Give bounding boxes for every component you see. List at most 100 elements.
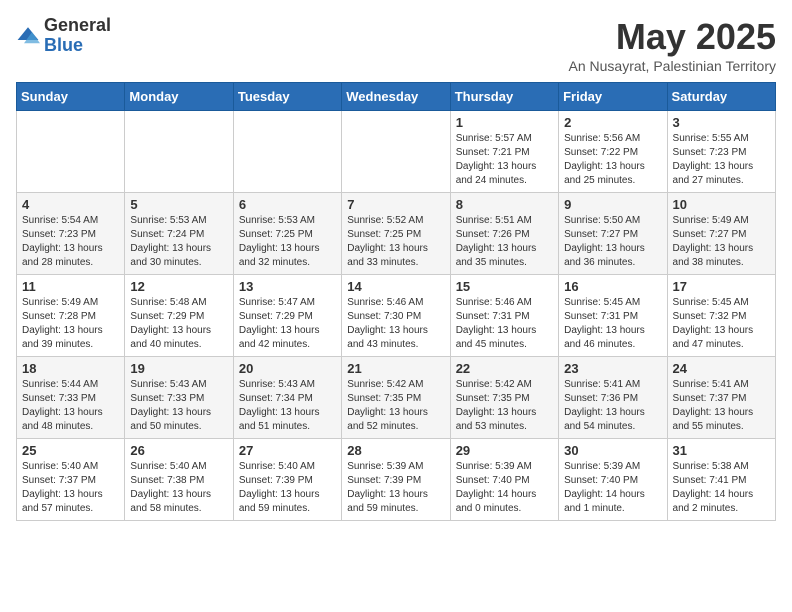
day-info: Sunrise: 5:45 AM Sunset: 7:32 PM Dayligh… [673, 296, 770, 352]
day-number: 15 [456, 279, 553, 294]
day-info: Sunrise: 5:53 AM Sunset: 7:25 PM Dayligh… [239, 214, 336, 270]
day-number: 12 [130, 279, 227, 294]
calendar-cell: 28Sunrise: 5:39 AM Sunset: 7:39 PM Dayli… [342, 439, 450, 521]
day-info: Sunrise: 5:44 AM Sunset: 7:33 PM Dayligh… [22, 378, 119, 434]
day-number: 20 [239, 361, 336, 376]
calendar-cell: 11 Sunrise: 5:49 AM Sunset: 7:28 PM Dayli… [17, 275, 125, 357]
day-number: 31 [673, 443, 770, 458]
day-header-thursday: Thursday [450, 83, 558, 111]
day-number: 22 [456, 361, 553, 376]
day-info: Sunrise: 5:55 AM Sunset: 7:23 PM Dayligh… [673, 132, 770, 188]
calendar-cell: 22 Sunrise: 5:42 AM Sunset: 7:35 PM Dayli… [450, 357, 558, 439]
day-number: 8 [456, 197, 553, 212]
day-number: 18 [22, 361, 119, 376]
calendar-cell: 9 Sunrise: 5:50 AM Sunset: 7:27 PM Daylig… [559, 193, 667, 275]
day-info: Sunrise: 5:49 AM Sunset: 7:27 PM Dayligh… [673, 214, 770, 270]
calendar-cell [233, 111, 341, 193]
day-info: Sunrise: 5:40 AM Sunset: 7:38 PM Dayligh… [130, 460, 227, 516]
day-number: 27 [239, 443, 336, 458]
day-info: Sunrise: 5:46 AM Sunset: 7:31 PM Dayligh… [456, 296, 553, 352]
day-info: Sunrise: 5:40 AM Sunset: 7:39 PM Dayligh… [239, 460, 336, 516]
calendar-cell: 15 Sunrise: 5:46 AM Sunset: 7:31 PM Dayli… [450, 275, 558, 357]
day-header-sunday: Sunday [17, 83, 125, 111]
day-info: Sunrise: 5:42 AM Sunset: 7:35 PM Dayligh… [456, 378, 553, 434]
calendar-cell: 12 Sunrise: 5:48 AM Sunset: 7:29 PM Dayli… [125, 275, 233, 357]
day-info: Sunrise: 5:39 AM Sunset: 7:39 PM Dayligh… [347, 460, 444, 516]
day-number: 29 [456, 443, 553, 458]
calendar-week-4: 18 Sunrise: 5:44 AM Sunset: 7:33 PM Dayli… [17, 357, 776, 439]
day-number: 11 [22, 279, 119, 294]
logo-blue: Blue [44, 36, 111, 56]
days-header-row: SundayMondayTuesdayWednesdayThursdayFrid… [17, 83, 776, 111]
day-info: Sunrise: 5:53 AM Sunset: 7:24 PM Dayligh… [130, 214, 227, 270]
calendar-cell: 24 Sunrise: 5:41 AM Sunset: 7:37 PM Dayli… [667, 357, 775, 439]
day-number: 23 [564, 361, 661, 376]
day-info: Sunrise: 5:49 AM Sunset: 7:28 PM Dayligh… [22, 296, 119, 352]
calendar-week-3: 11 Sunrise: 5:49 AM Sunset: 7:28 PM Dayli… [17, 275, 776, 357]
day-number: 9 [564, 197, 661, 212]
day-number: 30 [564, 443, 661, 458]
day-number: 13 [239, 279, 336, 294]
day-number: 21 [347, 361, 444, 376]
day-info: Sunrise: 5:39 AM Sunset: 7:40 PM Dayligh… [456, 460, 553, 516]
calendar-cell: 19 Sunrise: 5:43 AM Sunset: 7:33 PM Dayli… [125, 357, 233, 439]
calendar-cell: 26 Sunrise: 5:40 AM Sunset: 7:38 PM Dayli… [125, 439, 233, 521]
logo-text: General Blue [44, 16, 111, 56]
day-number: 3 [673, 115, 770, 130]
calendar-cell: 8 Sunrise: 5:51 AM Sunset: 7:26 PM Daylig… [450, 193, 558, 275]
day-number: 24 [673, 361, 770, 376]
calendar-title: May 2025 [569, 16, 777, 58]
day-header-wednesday: Wednesday [342, 83, 450, 111]
calendar-week-5: 25 Sunrise: 5:40 AM Sunset: 7:37 PM Dayli… [17, 439, 776, 521]
calendar-cell: 1Sunrise: 5:57 AM Sunset: 7:21 PM Daylig… [450, 111, 558, 193]
calendar-cell: 7Sunrise: 5:52 AM Sunset: 7:25 PM Daylig… [342, 193, 450, 275]
calendar-cell: 30Sunrise: 5:39 AM Sunset: 7:40 PM Dayli… [559, 439, 667, 521]
calendar-cell: 13 Sunrise: 5:47 AM Sunset: 7:29 PM Dayli… [233, 275, 341, 357]
day-header-monday: Monday [125, 83, 233, 111]
calendar-cell: 5 Sunrise: 5:53 AM Sunset: 7:24 PM Daylig… [125, 193, 233, 275]
calendar-table: SundayMondayTuesdayWednesdayThursdayFrid… [16, 82, 776, 521]
day-header-friday: Friday [559, 83, 667, 111]
logo: General Blue [16, 16, 111, 56]
day-number: 6 [239, 197, 336, 212]
day-info: Sunrise: 5:50 AM Sunset: 7:27 PM Dayligh… [564, 214, 661, 270]
calendar-week-1: 1Sunrise: 5:57 AM Sunset: 7:21 PM Daylig… [17, 111, 776, 193]
calendar-cell: 21 Sunrise: 5:42 AM Sunset: 7:35 PM Dayli… [342, 357, 450, 439]
day-number: 25 [22, 443, 119, 458]
day-info: Sunrise: 5:47 AM Sunset: 7:29 PM Dayligh… [239, 296, 336, 352]
title-area: May 2025 An Nusayrat, Palestinian Territ… [569, 16, 777, 74]
day-number: 2 [564, 115, 661, 130]
logo-icon [16, 24, 40, 48]
calendar-cell: 18 Sunrise: 5:44 AM Sunset: 7:33 PM Dayli… [17, 357, 125, 439]
day-number: 14 [347, 279, 444, 294]
day-info: Sunrise: 5:51 AM Sunset: 7:26 PM Dayligh… [456, 214, 553, 270]
day-info: Sunrise: 5:41 AM Sunset: 7:37 PM Dayligh… [673, 378, 770, 434]
calendar-cell: 10 Sunrise: 5:49 AM Sunset: 7:27 PM Dayli… [667, 193, 775, 275]
day-info: Sunrise: 5:54 AM Sunset: 7:23 PM Dayligh… [22, 214, 119, 270]
calendar-header: General Blue May 2025 An Nusayrat, Pales… [16, 16, 776, 74]
day-header-tuesday: Tuesday [233, 83, 341, 111]
calendar-cell: 4 Sunrise: 5:54 AM Sunset: 7:23 PM Daylig… [17, 193, 125, 275]
calendar-cell: 3 Sunrise: 5:55 AM Sunset: 7:23 PM Daylig… [667, 111, 775, 193]
calendar-header-row: SundayMondayTuesdayWednesdayThursdayFrid… [17, 83, 776, 111]
calendar-cell: 25 Sunrise: 5:40 AM Sunset: 7:37 PM Dayli… [17, 439, 125, 521]
calendar-cell: 20 Sunrise: 5:43 AM Sunset: 7:34 PM Dayli… [233, 357, 341, 439]
day-info: Sunrise: 5:40 AM Sunset: 7:37 PM Dayligh… [22, 460, 119, 516]
day-info: Sunrise: 5:52 AM Sunset: 7:25 PM Dayligh… [347, 214, 444, 270]
day-info: Sunrise: 5:48 AM Sunset: 7:29 PM Dayligh… [130, 296, 227, 352]
day-number: 10 [673, 197, 770, 212]
calendar-cell: 29 Sunrise: 5:39 AM Sunset: 7:40 PM Dayli… [450, 439, 558, 521]
day-info: Sunrise: 5:43 AM Sunset: 7:33 PM Dayligh… [130, 378, 227, 434]
day-number: 26 [130, 443, 227, 458]
calendar-cell: 14Sunrise: 5:46 AM Sunset: 7:30 PM Dayli… [342, 275, 450, 357]
day-info: Sunrise: 5:38 AM Sunset: 7:41 PM Dayligh… [673, 460, 770, 516]
calendar-cell [17, 111, 125, 193]
day-number: 5 [130, 197, 227, 212]
day-number: 19 [130, 361, 227, 376]
day-number: 4 [22, 197, 119, 212]
calendar-cell: 31 Sunrise: 5:38 AM Sunset: 7:41 PM Dayli… [667, 439, 775, 521]
day-info: Sunrise: 5:42 AM Sunset: 7:35 PM Dayligh… [347, 378, 444, 434]
calendar-body: 1Sunrise: 5:57 AM Sunset: 7:21 PM Daylig… [17, 111, 776, 521]
day-info: Sunrise: 5:45 AM Sunset: 7:31 PM Dayligh… [564, 296, 661, 352]
day-info: Sunrise: 5:43 AM Sunset: 7:34 PM Dayligh… [239, 378, 336, 434]
